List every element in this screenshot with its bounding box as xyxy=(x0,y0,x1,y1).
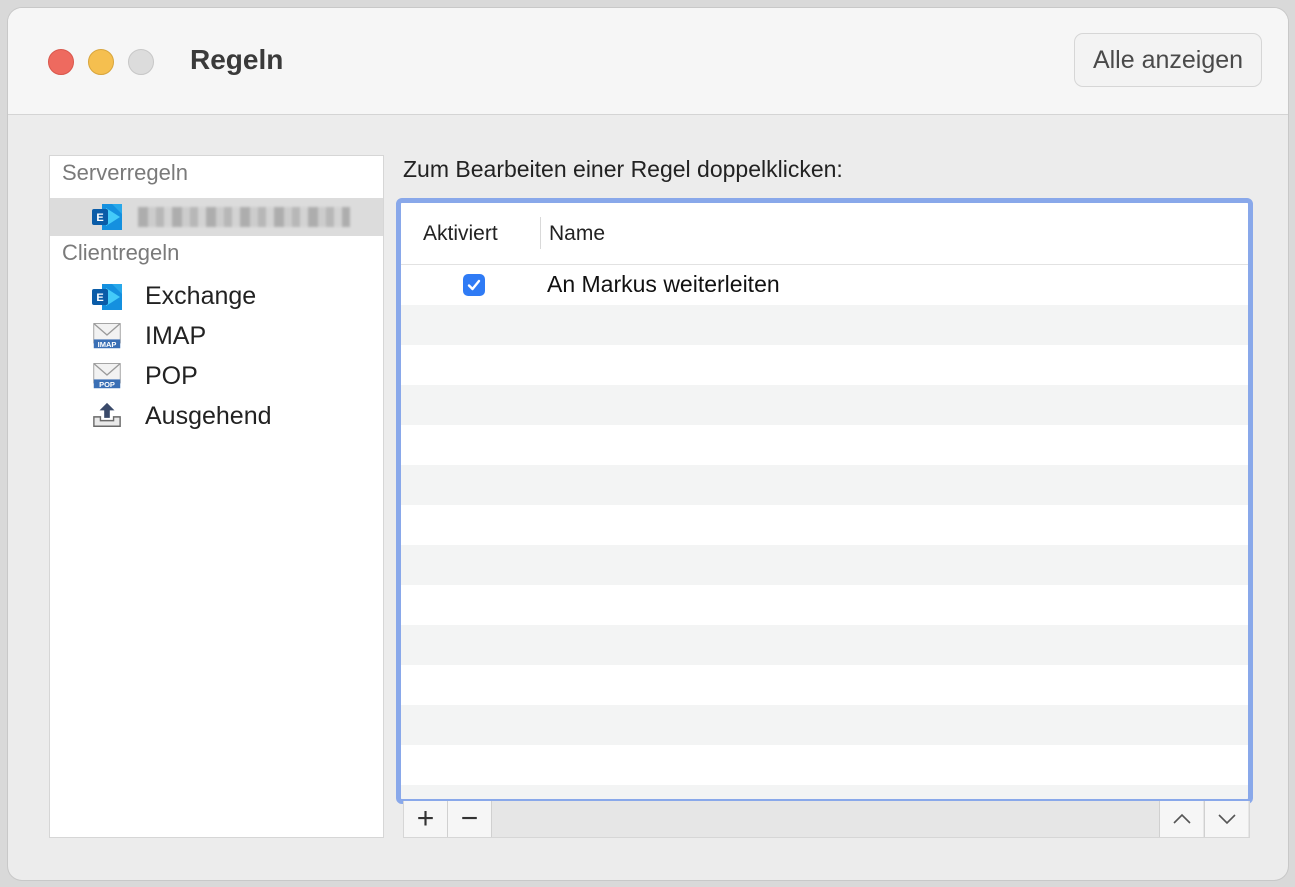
table-header: Aktiviert Name xyxy=(401,203,1248,265)
sidebar-item-label: Ausgehend xyxy=(145,402,272,430)
move-rule-up-button[interactable] xyxy=(1159,801,1203,837)
rules-window: Regeln Alle anzeigen Serverregeln E Clie… xyxy=(8,8,1288,880)
column-header-name[interactable]: Name xyxy=(549,222,605,246)
svg-text:E: E xyxy=(96,292,103,304)
table-row[interactable]: An Markus weiterleiten xyxy=(401,265,1248,305)
server-rules-header: Serverregeln xyxy=(62,160,188,185)
instruction-text: Zum Bearbeiten einer Regel doppelklicken… xyxy=(403,156,843,182)
table-row-empty xyxy=(401,425,1248,465)
sidebar-item-label: Exchange xyxy=(145,282,257,310)
imap-mail-icon: IMAP xyxy=(93,323,121,349)
sidebar-item-label: IMAP xyxy=(145,322,207,350)
table-row-empty xyxy=(401,585,1248,625)
table-row-empty xyxy=(401,705,1248,745)
table-row-empty xyxy=(401,305,1248,345)
minimize-window-button[interactable] xyxy=(88,49,114,75)
remove-rule-button[interactable]: − xyxy=(448,801,492,837)
sidebar-item-imap[interactable]: IMAP IMAP xyxy=(50,316,383,356)
column-divider xyxy=(540,217,541,249)
sidebar-item-exchange[interactable]: E Exchange xyxy=(50,276,383,316)
chevron-down-icon xyxy=(1217,814,1236,825)
account-sidebar: Serverregeln E Clientregeln E Exchange I… xyxy=(49,155,384,838)
sidebar-item-label: POP xyxy=(145,362,198,390)
pop-mail-icon: POP xyxy=(93,363,121,389)
show-all-button[interactable]: Alle anzeigen xyxy=(1074,33,1262,87)
table-row-empty xyxy=(401,345,1248,385)
sidebar-item-ausgehend[interactable]: Ausgehend xyxy=(50,396,383,436)
table-row-empty xyxy=(401,385,1248,425)
svg-text:IMAP: IMAP xyxy=(98,340,117,349)
rule-name: An Markus weiterleiten xyxy=(547,271,780,297)
zoom-window-button[interactable] xyxy=(128,49,154,75)
svg-text:E: E xyxy=(96,212,103,224)
table-row-empty xyxy=(401,665,1248,705)
sidebar-item-server-account[interactable]: E xyxy=(50,198,383,236)
column-header-aktiviert[interactable]: Aktiviert xyxy=(423,222,498,246)
chevron-up-icon xyxy=(1172,813,1191,824)
close-window-button[interactable] xyxy=(48,49,74,75)
rule-enabled-checkbox[interactable] xyxy=(463,274,485,296)
rules-table[interactable]: Aktiviert Name An Markus weiterleiten xyxy=(396,198,1253,804)
checkmark-icon xyxy=(467,279,481,291)
table-toolbar: + − xyxy=(403,801,1250,838)
window-title: Regeln xyxy=(190,44,284,75)
add-rule-button[interactable]: + xyxy=(404,801,448,837)
table-row-empty xyxy=(401,465,1248,505)
table-row-empty xyxy=(401,505,1248,545)
exchange-icon: E xyxy=(92,284,122,310)
redacted-account-name xyxy=(138,207,350,227)
svg-text:POP: POP xyxy=(99,380,115,389)
table-row-empty xyxy=(401,625,1248,665)
title-bar: Regeln Alle anzeigen xyxy=(8,8,1288,115)
client-rules-header: Clientregeln xyxy=(62,240,180,265)
sidebar-item-pop[interactable]: POP POP xyxy=(50,356,383,396)
table-row-empty xyxy=(401,545,1248,585)
table-row-empty xyxy=(401,745,1248,785)
exchange-icon: E xyxy=(92,204,122,230)
move-rule-down-button[interactable] xyxy=(1204,801,1248,837)
outbox-icon xyxy=(93,402,121,427)
